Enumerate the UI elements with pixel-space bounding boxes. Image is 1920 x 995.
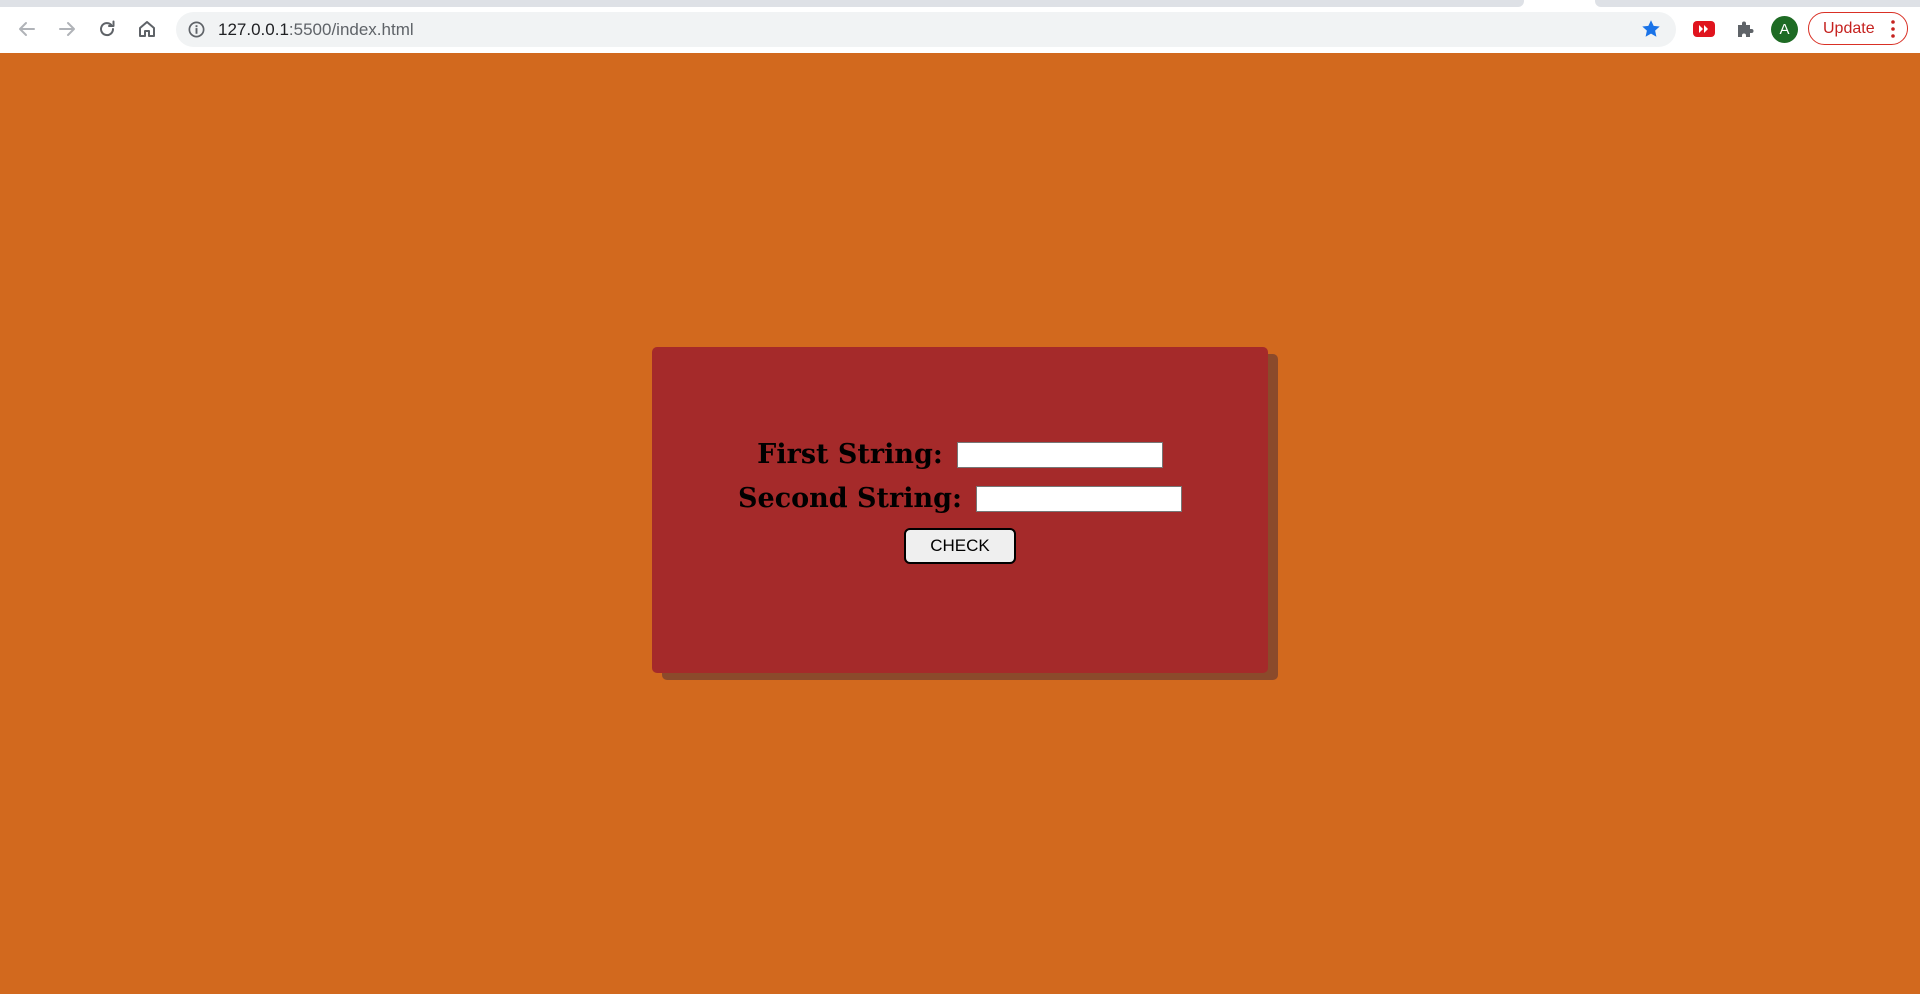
browser-toolbar: 127.0.0.1:5500/index.html A Update (0, 0, 1920, 53)
extensions-button[interactable] (1729, 13, 1761, 45)
second-string-label: Second String: (738, 483, 962, 514)
kebab-icon (1891, 20, 1895, 38)
profile-initial: A (1779, 21, 1790, 38)
puzzle-icon (1738, 21, 1754, 37)
second-string-row: Second String: (738, 483, 1182, 514)
forward-button[interactable] (50, 12, 84, 46)
second-string-input[interactable] (975, 485, 1182, 512)
avatar[interactable]: A (1771, 16, 1798, 43)
url-path: :5500/index.html (288, 20, 414, 39)
tab-strip (0, 0, 1524, 7)
tab-strip-right (1595, 0, 1920, 7)
update-label: Update (1823, 19, 1875, 37)
first-string-row: First String: (757, 439, 1163, 470)
url-host: 127.0.0.1 (218, 20, 289, 39)
home-button[interactable] (130, 12, 164, 46)
update-button[interactable]: Update (1808, 12, 1908, 45)
video-extension-icon (1693, 21, 1715, 37)
reload-icon (100, 20, 115, 37)
star-icon[interactable] (1640, 18, 1662, 40)
first-string-label: First String: (757, 439, 943, 470)
video-extension-button[interactable] (1688, 13, 1720, 45)
arrow-left-icon (19, 22, 35, 36)
form-card: First String: Second String: CHECK (652, 347, 1268, 673)
arrow-right-icon (59, 22, 75, 36)
url-text[interactable]: 127.0.0.1:5500/index.html (218, 20, 414, 40)
page-viewport: First String: Second String: CHECK (0, 53, 1920, 995)
home-icon (139, 21, 155, 37)
first-string-input[interactable] (956, 441, 1163, 468)
check-button[interactable]: CHECK (904, 528, 1016, 564)
reload-button[interactable] (90, 12, 124, 46)
info-icon[interactable] (187, 20, 206, 39)
back-button[interactable] (10, 12, 44, 46)
address-bar[interactable]: 127.0.0.1:5500/index.html (176, 12, 1676, 47)
